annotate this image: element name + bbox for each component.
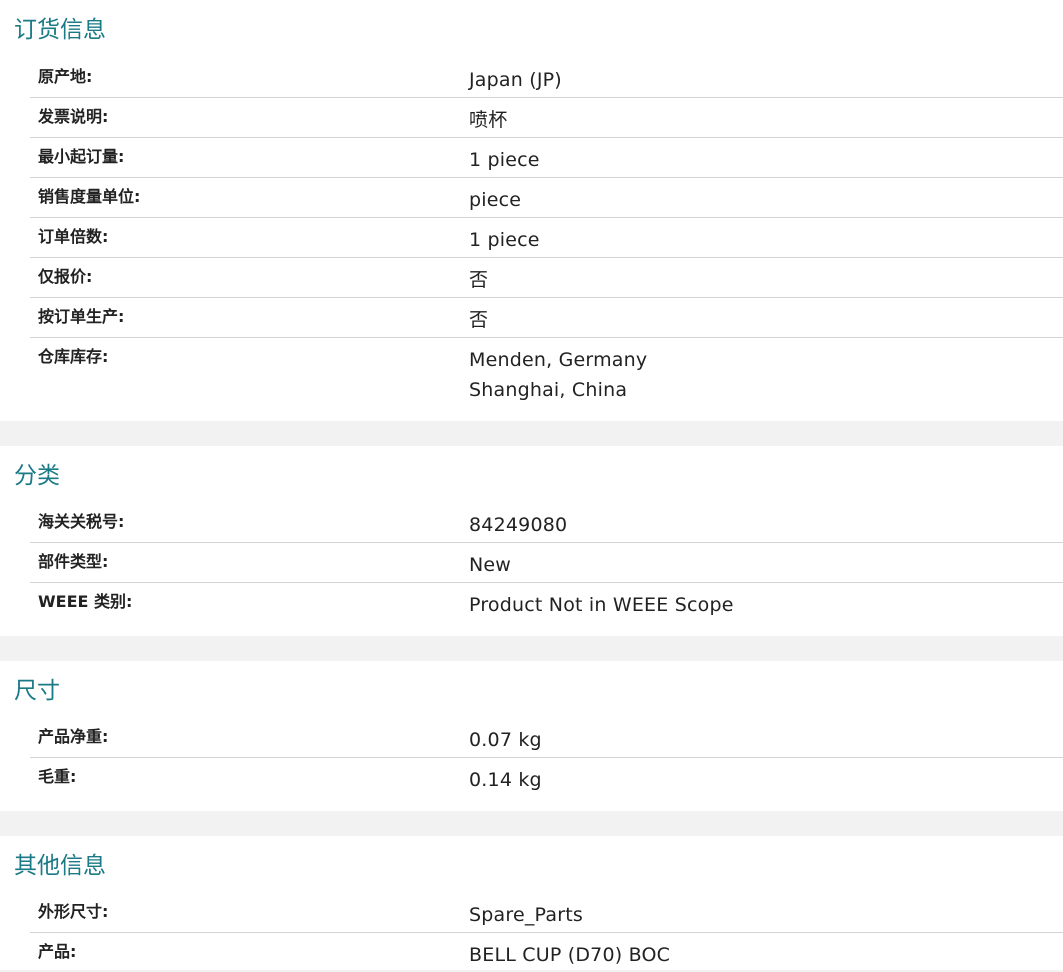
row-invoice-description: 发票说明: 喷杯 bbox=[30, 97, 1063, 137]
row-gross-weight: 毛重: 0.14 kg bbox=[30, 757, 1063, 797]
label-weee-category: WEEE 类别: bbox=[38, 592, 133, 611]
label-quote-only: 仅报价: bbox=[38, 267, 93, 286]
label-made-to-order: 按订单生产: bbox=[38, 307, 125, 326]
label-min-order-qty: 最小起订量: bbox=[38, 147, 125, 166]
value-invoice-description: 喷杯 bbox=[469, 109, 508, 131]
row-customs-tariff: 海关关税号: 84249080 bbox=[30, 503, 1063, 542]
ordering-info-section: 订货信息 原产地: Japan (JP) 发票说明: 喷杯 最小起订量: 1 p… bbox=[0, 0, 1063, 421]
value-made-to-order: 否 bbox=[469, 309, 489, 331]
dimensions-section: 尺寸 产品净重: 0.07 kg 毛重: 0.14 kg bbox=[0, 661, 1063, 811]
section-title-dimensions: 尺寸 bbox=[14, 678, 60, 704]
label-form-factor: 外形尺寸: bbox=[38, 902, 109, 921]
value-warehouse-stock: Menden, Germany Shanghai, China bbox=[469, 345, 647, 405]
row-weee-category: WEEE 类别: Product Not in WEEE Scope bbox=[30, 582, 1063, 622]
row-warehouse-stock: 仓库库存: Menden, Germany Shanghai, China bbox=[30, 337, 1063, 418]
row-order-multiple: 订单倍数: 1 piece bbox=[30, 217, 1063, 257]
value-form-factor: Spare_Parts bbox=[469, 904, 583, 926]
value-customs-tariff: 84249080 bbox=[469, 514, 568, 536]
value-net-weight: 0.07 kg bbox=[469, 729, 542, 751]
classification-rows: 海关关税号: 84249080 部件类型: New WEEE 类别: Produ… bbox=[30, 503, 1063, 622]
section-title-ordering: 订货信息 bbox=[14, 17, 106, 43]
label-product: 产品: bbox=[38, 942, 77, 961]
value-quote-only: 否 bbox=[469, 269, 489, 291]
section-title-classification: 分类 bbox=[14, 463, 60, 489]
ordering-info-rows: 原产地: Japan (JP) 发票说明: 喷杯 最小起订量: 1 piece … bbox=[30, 58, 1063, 418]
label-order-multiple: 订单倍数: bbox=[38, 227, 109, 246]
other-info-rows: 外形尺寸: Spare_Parts 产品: BELL CUP (D70) BOC bbox=[30, 893, 1063, 972]
label-sales-unit: 销售度量单位: bbox=[38, 187, 141, 206]
row-quote-only: 仅报价: 否 bbox=[30, 257, 1063, 297]
classification-section: 分类 海关关税号: 84249080 部件类型: New WEEE 类别: Pr… bbox=[0, 446, 1063, 636]
row-min-order-qty: 最小起订量: 1 piece bbox=[30, 137, 1063, 177]
value-part-type: New bbox=[469, 554, 512, 576]
row-sales-unit: 销售度量单位: piece bbox=[30, 177, 1063, 217]
label-net-weight: 产品净重: bbox=[38, 727, 109, 746]
row-made-to-order: 按订单生产: 否 bbox=[30, 297, 1063, 337]
other-info-section: 其他信息 外形尺寸: Spare_Parts 产品: BELL CUP (D70… bbox=[0, 836, 1063, 970]
row-part-type: 部件类型: New bbox=[30, 542, 1063, 582]
row-product: 产品: BELL CUP (D70) BOC bbox=[30, 932, 1063, 972]
value-order-multiple: 1 piece bbox=[469, 229, 540, 251]
value-min-order-qty: 1 piece bbox=[469, 149, 540, 171]
label-warehouse-stock: 仓库库存: bbox=[38, 347, 109, 366]
label-part-type: 部件类型: bbox=[38, 552, 109, 571]
warehouse-location: Shanghai, China bbox=[469, 379, 628, 401]
dimensions-rows: 产品净重: 0.07 kg 毛重: 0.14 kg bbox=[30, 718, 1063, 797]
row-net-weight: 产品净重: 0.07 kg bbox=[30, 718, 1063, 757]
value-origin: Japan (JP) bbox=[469, 69, 562, 91]
value-sales-unit: piece bbox=[469, 189, 522, 211]
value-gross-weight: 0.14 kg bbox=[469, 769, 542, 791]
warehouse-location: Menden, Germany bbox=[469, 349, 648, 371]
row-origin: 原产地: Japan (JP) bbox=[30, 58, 1063, 97]
section-title-other: 其他信息 bbox=[14, 853, 106, 879]
value-weee-category: Product Not in WEEE Scope bbox=[469, 594, 734, 616]
label-invoice-description: 发票说明: bbox=[38, 107, 109, 126]
label-customs-tariff: 海关关税号: bbox=[38, 512, 125, 531]
value-product: BELL CUP (D70) BOC bbox=[469, 944, 671, 966]
label-gross-weight: 毛重: bbox=[38, 767, 77, 786]
label-origin: 原产地: bbox=[38, 67, 93, 86]
row-form-factor: 外形尺寸: Spare_Parts bbox=[30, 893, 1063, 932]
